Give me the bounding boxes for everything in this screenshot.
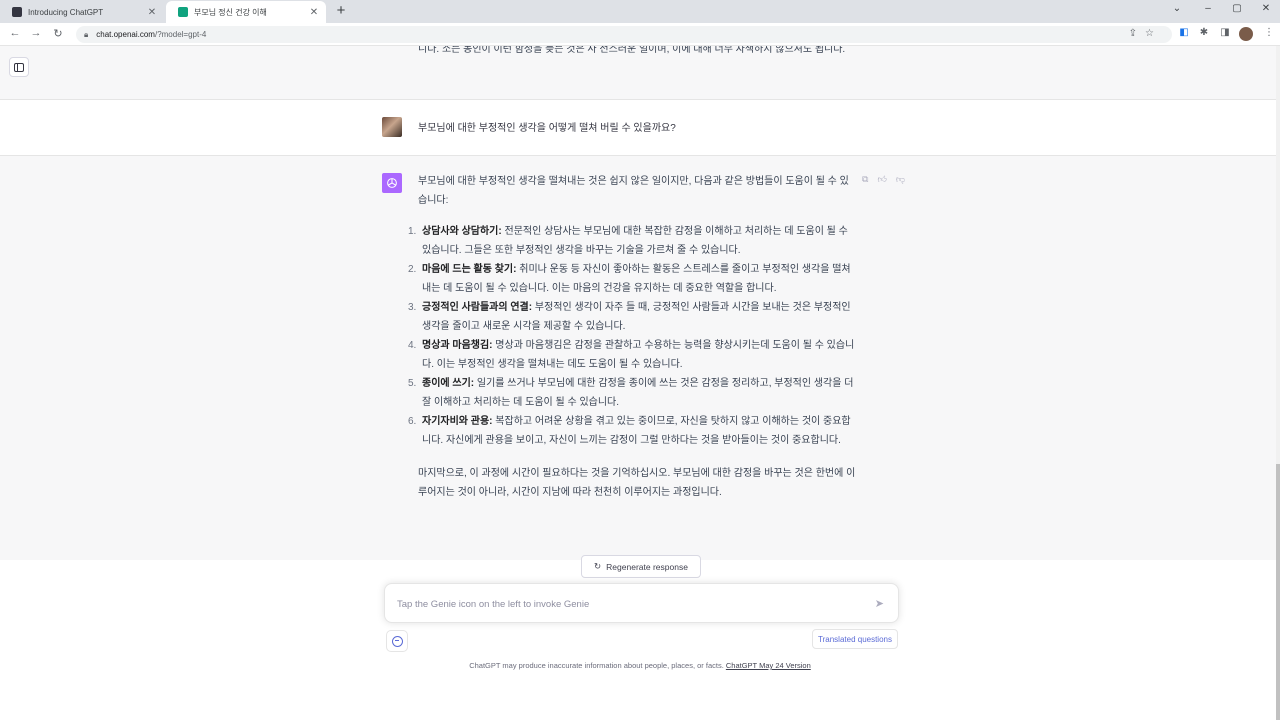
genie-button[interactable]: [386, 630, 408, 652]
list-number: 5.: [408, 378, 417, 389]
close-tab-icon[interactable]: ✕: [146, 7, 158, 18]
lock-icon: 🔒︎: [84, 29, 89, 39]
chatgpt-favicon-icon: [178, 7, 188, 17]
tab-search-icon[interactable]: ⌄: [1170, 3, 1184, 14]
browser-menu-icon[interactable]: ⋮: [1262, 27, 1276, 41]
list-item: 4. 명상과 마음챙김: 명상과 마음챙김은 감정을 관찰하고 수용하는 능력을 …: [408, 336, 858, 374]
version-link[interactable]: ChatGPT May 24 Version: [726, 661, 811, 670]
regenerate-label: Regenerate response: [606, 561, 688, 572]
list-item-title: 종이에 쓰기:: [422, 378, 475, 389]
thumbs-up-icon[interactable]: 👍︎: [877, 174, 886, 185]
assistant-answer: 부모님에 대한 부정적인 생각을 떨쳐내는 것은 쉽지 않은 일이지만, 다음과…: [408, 172, 858, 502]
disclaimer-text: ChatGPT may produce inaccurate informati…: [469, 661, 726, 670]
side-panel-icon[interactable]: ◨: [1218, 27, 1232, 41]
sidebar-toggle-button[interactable]: [9, 57, 29, 77]
share-and-bookmark-icons[interactable]: ⇪☆: [1129, 28, 1162, 39]
list-number: 2.: [408, 264, 417, 275]
list-item: 6. 자기자비와 관용: 복잡하고 어려운 상황을 겪고 있는 중이므로, 자신을…: [408, 412, 858, 450]
disclaimer-footer: ChatGPT may produce inaccurate informati…: [0, 661, 1280, 670]
prompt-input[interactable]: [397, 596, 857, 612]
answer-list: 1. 상담사와 상담하기: 전문적인 상담사는 부모님에 대한 복잡한 감정을 이…: [408, 222, 858, 450]
scrollbar-thumb[interactable]: [1276, 464, 1280, 720]
forward-icon[interactable]: →: [29, 27, 43, 39]
list-item: 3. 긍정적인 사람들과의 연결: 부정적인 생각이 자주 들 때, 긍정적인 사…: [408, 298, 858, 336]
list-item-title: 명상과 마음챙김:: [422, 340, 493, 351]
user-message: 부모님에 대한 부정적인 생각을 어떻게 떨쳐 버릴 수 있을까요?: [0, 100, 1276, 156]
maximize-icon[interactable]: ▢: [1230, 3, 1244, 14]
message-composer: ➤: [384, 583, 899, 623]
back-icon[interactable]: ←: [8, 27, 22, 39]
puzzle-extensions-icon[interactable]: ✱: [1197, 27, 1211, 41]
list-item-title: 자기자비와 관용:: [422, 416, 493, 427]
regenerate-icon: ↻: [594, 561, 602, 571]
list-number: 4.: [408, 340, 417, 351]
list-item-title: 상담사와 상담하기:: [422, 226, 502, 237]
list-item-title: 긍정적인 사람들과의 연결:: [422, 302, 533, 313]
url-path: /?model=gpt-4: [154, 30, 207, 39]
browser-tab-introducing-chatgpt[interactable]: Introducing ChatGPT ✕: [0, 1, 164, 23]
list-item-title: 마음에 드는 활동 찾기:: [422, 264, 517, 275]
chat-page: 니다. 소는 농인이 이런 함정을 늦는 것은 사 전스러운 일이며, 이에 대…: [0, 46, 1280, 720]
list-item: 2. 마음에 드는 활동 찾기: 취미나 운동 등 자신이 좋아하는 활동은 스트…: [408, 260, 858, 298]
list-number: 6.: [408, 416, 417, 427]
reload-icon[interactable]: ↻: [51, 27, 65, 40]
sidebar-icon: [14, 62, 24, 72]
browser-toolbar: ← → ↻ 🔒︎ chat.openai.com/?model=gpt-4 ⇪☆…: [0, 23, 1280, 46]
profile-avatar[interactable]: [1239, 27, 1253, 41]
tab-title: Introducing ChatGPT: [28, 7, 104, 17]
answer-conclusion: 마지막으로, 이 과정에 시간이 필요하다는 것을 기억하십시오. 부모님에 대…: [418, 468, 856, 498]
url-host: chat.openai.com: [96, 30, 155, 39]
answer-intro: 부모님에 대한 부정적인 생각을 떨쳐내는 것은 쉽지 않은 일이지만, 다음과…: [418, 176, 849, 206]
new-tab-button[interactable]: +: [333, 3, 349, 19]
previous-answer-text: 니다. 소는 농인이 이런 함정을 늦는 것은 사 전스러운 일이며, 이에 대…: [418, 46, 846, 55]
thumbs-down-icon[interactable]: 👎︎: [896, 174, 905, 185]
list-number: 1.: [408, 226, 417, 237]
genie-icon: [391, 635, 403, 647]
list-number: 3.: [408, 302, 417, 313]
close-tab-icon[interactable]: ✕: [308, 7, 320, 18]
browser-tab-bar: Introducing ChatGPT ✕ 부모님 정신 건강 이해 ✕ + ⌄…: [0, 0, 1280, 23]
chatgpt-logo-icon: [382, 173, 402, 193]
regenerate-response-button[interactable]: ↻ Regenerate response: [581, 555, 701, 578]
list-item-text: 일기를 쓰거나 부모님에 대한 감정을 종이에 쓰는 것은 감정을 정리하고, …: [422, 378, 854, 408]
extension-icon[interactable]: ◧: [1177, 27, 1191, 41]
minimize-icon[interactable]: –: [1201, 3, 1215, 14]
user-question-text: 부모님에 대한 부정적인 생각을 어떻게 떨쳐 버릴 수 있을까요?: [418, 123, 676, 134]
copy-icon[interactable]: ⧉: [862, 174, 868, 185]
message-actions: ⧉ 👍︎ 👎︎: [862, 174, 905, 185]
tab-title: 부모님 정신 건강 이해: [194, 7, 267, 17]
browser-tab-active[interactable]: 부모님 정신 건강 이해 ✕: [166, 1, 326, 23]
window-close-icon[interactable]: ✕: [1259, 3, 1273, 14]
previous-assistant-message: 니다. 소는 농인이 이런 함정을 늦는 것은 사 전스러운 일이며, 이에 대…: [0, 46, 1276, 100]
list-item: 5. 종이에 쓰기: 일기를 쓰거나 부모님에 대한 감정을 종이에 쓰는 것은 …: [408, 374, 858, 412]
assistant-message: 부모님에 대한 부정적인 생각을 떨쳐내는 것은 쉽지 않은 일이지만, 다음과…: [0, 156, 1276, 560]
chatgpt-favicon-icon: [12, 7, 22, 17]
user-avatar: [382, 117, 402, 137]
translated-questions-button[interactable]: Translated questions: [812, 629, 898, 649]
send-icon[interactable]: ➤: [875, 597, 884, 610]
list-item: 1. 상담사와 상담하기: 전문적인 상담사는 부모님에 대한 복잡한 감정을 이…: [408, 222, 858, 260]
address-bar[interactable]: 🔒︎ chat.openai.com/?model=gpt-4 ⇪☆: [76, 26, 1172, 43]
